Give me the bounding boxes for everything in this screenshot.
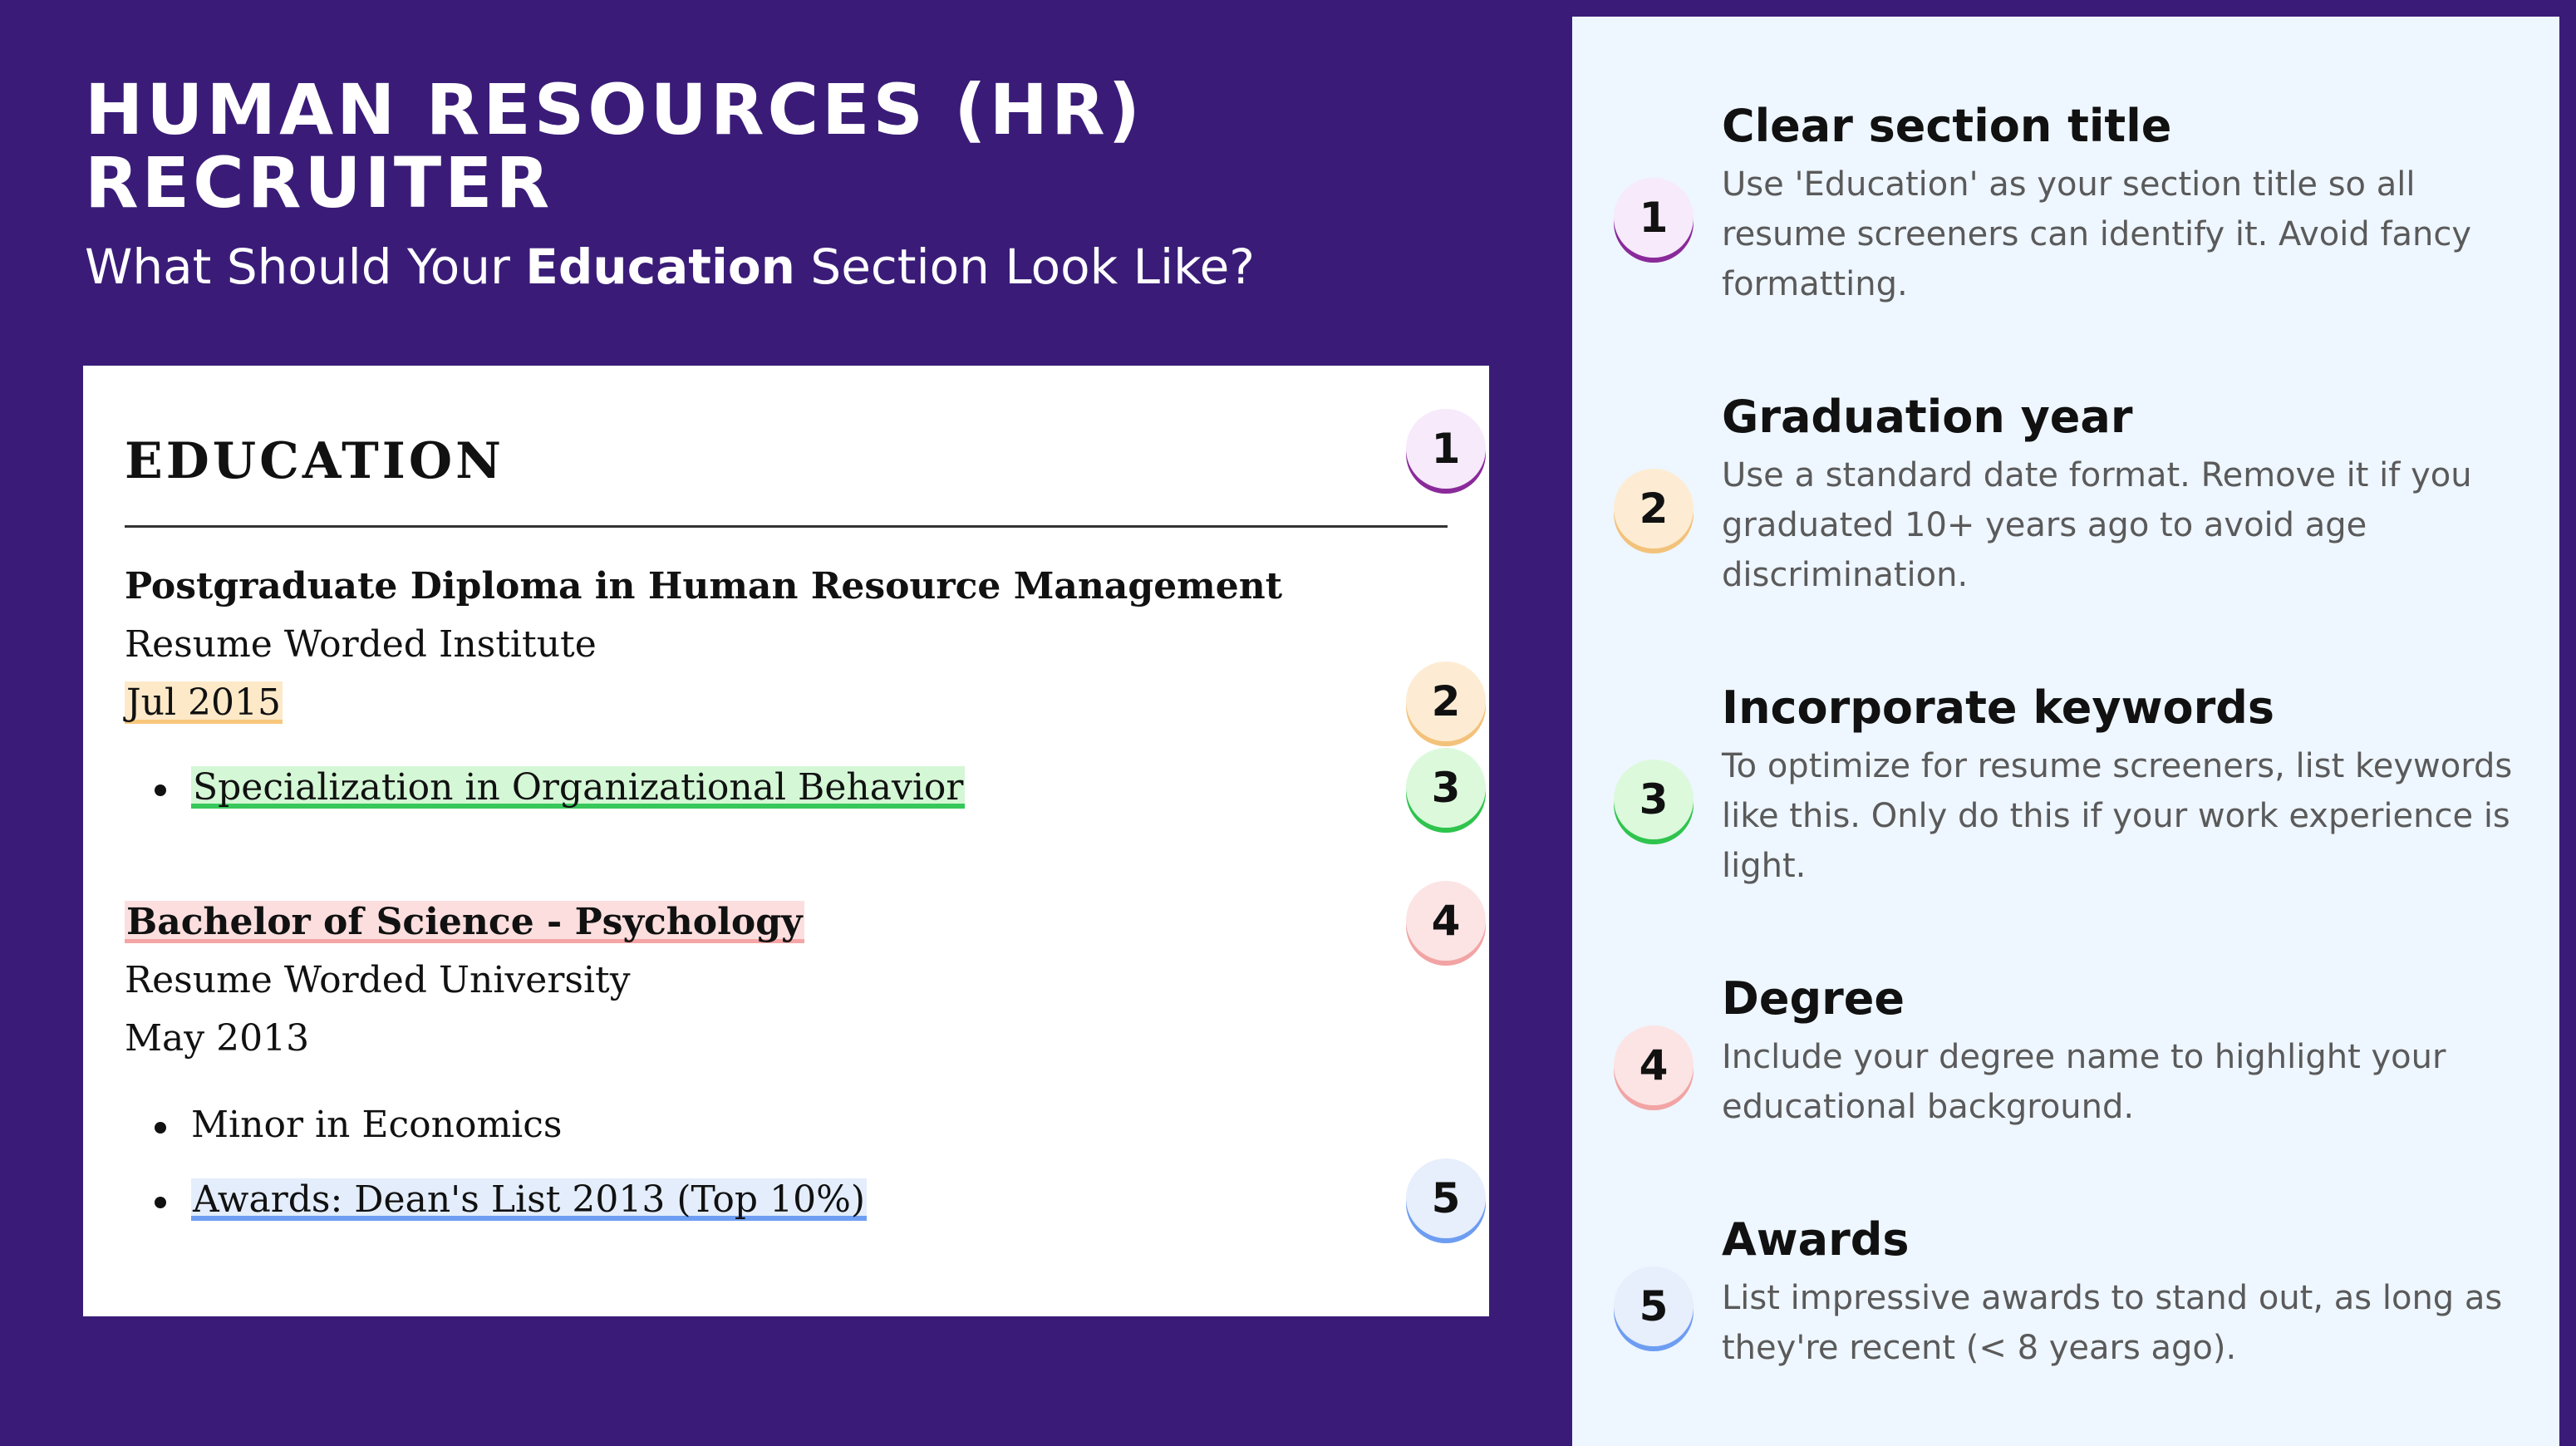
tips-panel: 1 Clear section title Use 'Education' as…	[1572, 17, 2559, 1446]
tip-title: Graduation year	[1722, 391, 2133, 443]
bullet-specialization: Specialization in Organizational Behavio…	[191, 766, 966, 809]
tip-title: Degree	[1722, 972, 1905, 1025]
graduation-date-1: Jul 2015	[125, 681, 283, 724]
section-divider	[125, 525, 1448, 528]
subtitle-text-post: Section Look Like?	[794, 239, 1256, 295]
subtitle-text-pre: What Should Your	[85, 239, 526, 295]
tip-description: Use 'Education' as your section title so…	[1722, 165, 2472, 303]
bullet-dot	[155, 784, 166, 796]
bullet-minor: Minor in Economics	[191, 1104, 563, 1146]
tip-title: Incorporate keywords	[1722, 681, 2275, 734]
tip-marker-3: 3	[1614, 760, 1694, 839]
degree-title-1: Postgraduate Diploma in Human Resource M…	[125, 565, 1283, 607]
institution-2: Resume Worded University	[125, 959, 631, 1001]
marker-4: 4	[1406, 881, 1486, 961]
tip-title: Awards	[1722, 1213, 1910, 1266]
marker-2: 2	[1406, 662, 1486, 741]
graduation-date-1-text: Jul 2015	[125, 681, 283, 724]
subtitle-text-bold: Education	[525, 239, 795, 295]
bullet-specialization-text: Specialization in Organizational Behavio…	[191, 766, 966, 809]
tip-description: To optimize for resume screeners, list k…	[1722, 747, 2513, 885]
tip-title: Clear section title	[1722, 100, 2172, 152]
page-title-line-2: RECRUITER	[85, 142, 553, 224]
tip-description: Use a standard date format. Remove it if…	[1722, 456, 2472, 594]
page-title-line-1: HUMAN RESOURCES (HR)	[85, 69, 1144, 150]
tip-description: Include your degree name to highlight yo…	[1722, 1038, 2446, 1126]
tip-marker-5: 5	[1614, 1266, 1694, 1346]
degree-title-2: Bachelor of Science - Psychology	[125, 901, 804, 943]
bullet-awards: Awards: Dean's List 2013 (Top 10%)	[191, 1178, 868, 1221]
education-section-heading: EDUCATION	[125, 432, 504, 490]
bullet-dot	[155, 1197, 166, 1208]
tip-marker-2: 2	[1614, 469, 1694, 548]
bullet-dot	[155, 1122, 166, 1134]
tip-marker-1: 1	[1614, 178, 1694, 258]
institution-1: Resume Worded Institute	[125, 623, 597, 666]
page-subtitle: What Should Your Education Section Look …	[85, 238, 1255, 296]
tip-description: List impressive awards to stand out, as …	[1722, 1279, 2503, 1367]
degree-title-2-text: Bachelor of Science - Psychology	[125, 901, 804, 943]
marker-1: 1	[1406, 409, 1486, 489]
page-title: HUMAN RESOURCES (HR) RECRUITER	[85, 73, 1497, 219]
tip-marker-4: 4	[1614, 1025, 1694, 1105]
resume-education-card: EDUCATION 1 Postgraduate Diploma in Huma…	[83, 366, 1489, 1316]
graduation-date-2: May 2013	[125, 1017, 310, 1060]
marker-5: 5	[1406, 1158, 1486, 1238]
marker-3: 3	[1406, 748, 1486, 828]
bullet-awards-text: Awards: Dean's List 2013 (Top 10%)	[191, 1178, 868, 1221]
